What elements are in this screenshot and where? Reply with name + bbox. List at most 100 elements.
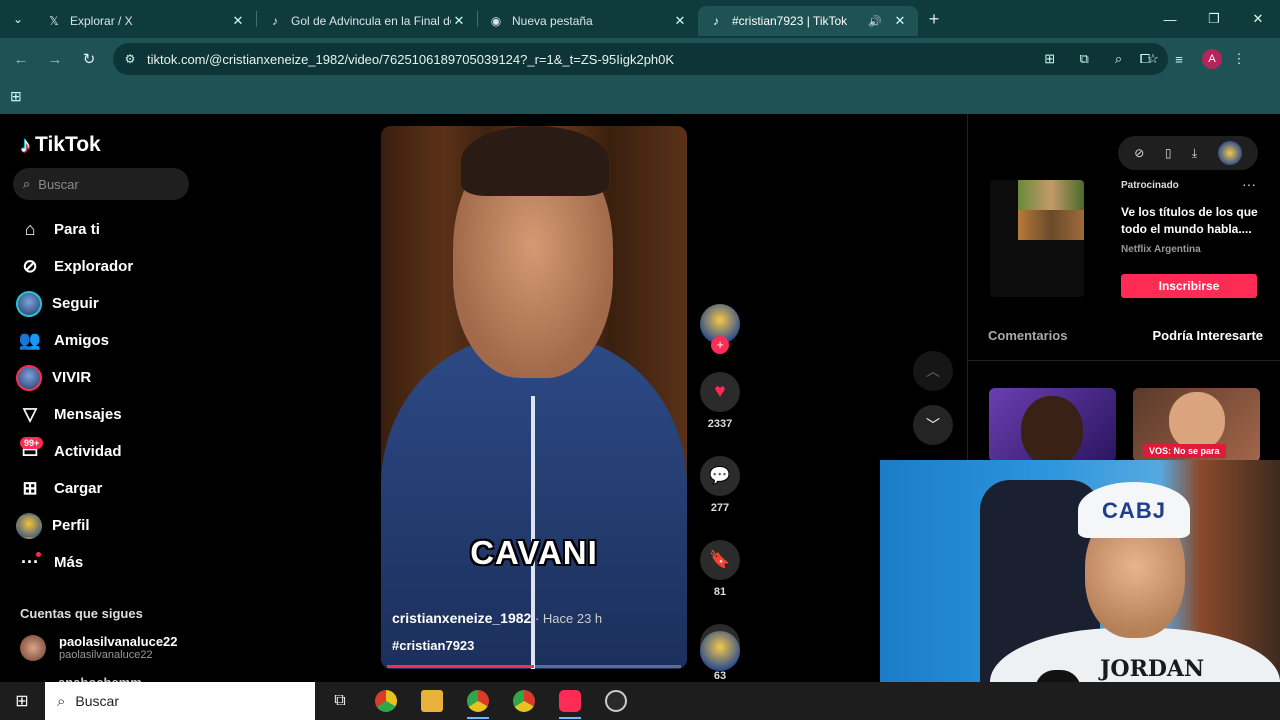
video-player[interactable]: CAVANI cristianxeneize_1982 · Hace 23 h … [381,126,687,669]
following-account-item[interactable]: paolasilvanaluce22 paolasilvanaluce22 [20,634,178,661]
following-section-title: Cuentas que sigues [20,606,143,621]
apps-grid-icon[interactable]: ⊞ [10,88,22,105]
comment-icon[interactable]: 💬 [700,456,740,496]
close-icon[interactable]: ✕ [451,13,467,29]
file-explorer-icon[interactable] [409,682,455,720]
video-author[interactable]: cristianxeneize_1982 · Hace 23 h [392,610,602,626]
creator-avatar[interactable]: + [700,304,740,354]
site-info-icon[interactable]: ⚙ [113,52,147,66]
taskbar-apps: ⧉ [317,682,639,720]
tab-podria-interesarte[interactable]: Podría Interesarte [1152,328,1263,343]
close-icon[interactable]: ✕ [230,13,246,29]
url-text[interactable]: tiktok.com/@cristianxeneize_1982/video/7… [147,52,1035,67]
right-panel-tabs: Comentarios Podría Interesarte [988,328,1263,343]
address-bar[interactable]: ⚙ tiktok.com/@cristianxeneize_1982/video… [113,43,1168,75]
bookmark-icon[interactable]: 🔖 [700,540,740,580]
sidebar-item-perfil[interactable]: Perfil [16,507,133,544]
mobile-icon[interactable]: ▯ [1165,146,1172,160]
back-arrow-icon[interactable]: ← [4,51,38,68]
tab-search-chevron-icon[interactable]: ⌄ [0,0,36,38]
search-icon: ⌕ [57,692,66,710]
save-action: 🔖 81 [700,540,740,598]
search-box[interactable]: ⌕ [13,168,189,200]
install-app-icon[interactable]: ⧉ [1069,51,1099,67]
next-video-chevron-down-icon[interactable]: ﹀ [913,405,953,445]
account-name: paolasilvanaluce22 [59,634,178,649]
previous-video-chevron-up-icon[interactable]: ︿ [913,351,953,391]
sidebar-item-label: Amigos [54,332,110,349]
search-icon: ⌕ [23,176,31,191]
subscribe-button[interactable]: Inscribirse [1121,274,1257,298]
recommended-video-card[interactable]: VOS: No se para [1133,388,1260,462]
close-icon[interactable]: ✕ [892,13,908,29]
tiktok-logo[interactable]: ♪ TikTok [20,132,101,158]
kebab-menu-icon[interactable]: ⋮ [1222,51,1256,67]
tab-explorar-x[interactable]: 𝕏 Explorar / X ✕ [36,6,256,36]
chrome-yellow-icon[interactable] [363,682,409,720]
close-icon[interactable]: ✕ [672,13,688,29]
recommended-thumb-face [1021,396,1083,462]
sidebar-item-label: Más [54,554,84,571]
recommended-video-card[interactable] [989,388,1116,462]
live-avatar-icon [16,364,42,391]
minimize-icon[interactable]: — [1148,0,1192,38]
tab-comentarios[interactable]: Comentarios [988,328,1067,343]
unread-dot [36,552,41,557]
tab-tiktok-active[interactable]: ♪ #cristian7923 | TikTok 🔊 ✕ [698,6,918,36]
restore-icon[interactable]: ❐ [1192,0,1236,38]
download-icon[interactable]: ⤓ [1192,146,1197,161]
chrome-icon[interactable] [501,682,547,720]
sidebar-item-amigos[interactable]: 👥 Amigos [16,322,133,359]
sidebar-nav: ⌂ Para ti ⊘ Explorador Seguir 👥 Amigos V… [16,211,133,581]
toolbar-right: ⧠ ≡ A ⋮ [1128,38,1256,80]
sidebar-item-mensajes[interactable]: ▽ Mensajes [16,396,133,433]
ad-title[interactable]: Ve los títulos de los que todo el mundo … [1121,204,1263,238]
forward-arrow-icon[interactable]: → [38,51,72,68]
windows-start-icon[interactable]: ⊞ [0,682,44,720]
media-controls-icon[interactable]: ≡ [1162,52,1196,67]
translate-icon[interactable]: ⊞ [1035,51,1065,67]
reload-icon[interactable]: ↻ [72,50,106,68]
video-caption-overlay: CAVANI [470,534,598,571]
sidebar-item-explorador[interactable]: ⊘ Explorador [16,248,133,285]
tabs-divider [968,360,1280,361]
obs-record-icon[interactable] [593,682,639,720]
heart-icon[interactable]: ♥ [700,372,740,412]
compass-icon[interactable]: ⊘ [1134,146,1144,160]
webcam-overlay: JORDAN CABJ [880,460,1280,720]
tiktok-app-icon[interactable] [547,682,593,720]
new-tab-plus-icon[interactable]: + [918,9,950,30]
recommended-thumb-face [1169,392,1225,450]
sidebar-item-vivir[interactable]: VIVIR [16,359,133,396]
close-window-icon[interactable]: ✕ [1236,0,1280,38]
sidebar-item-seguir[interactable]: Seguir [16,285,133,322]
tab-title: Nueva pestaña [512,14,593,28]
user-avatar[interactable] [1217,141,1242,165]
ad-brand: Netflix Argentina [1121,244,1201,255]
follow-plus-icon[interactable]: + [711,336,729,354]
chrome-profile-icon[interactable] [455,682,501,720]
sidebar-item-cargar[interactable]: ⊞ Cargar [16,470,133,507]
sidebar-item-para-ti[interactable]: ⌂ Para ti [16,211,133,248]
profile-avatar[interactable]: A [1202,49,1222,69]
sidebar-item-mas[interactable]: ··· Más [16,544,133,581]
video-progress-bar[interactable] [387,665,681,668]
task-view-icon[interactable]: ⧉ [317,682,363,720]
tab-gol-advincula[interactable]: ♪ Gol de Advincula en la Final de ✕ [257,6,477,36]
video-actions: + ♥ 2337 💬 277 🔖 81 ➦ 63 [700,304,740,682]
video-hashtag[interactable]: #cristian7923 [392,638,474,653]
sidebar-item-label: Cargar [54,480,103,497]
sidebar-item-label: Actividad [54,443,122,460]
search-input[interactable] [38,176,169,192]
ad-thumbnail[interactable] [990,180,1084,297]
sidebar-item-actividad[interactable]: ▭ 99+ Actividad [16,433,133,470]
ad-more-icon[interactable]: ··· [1242,176,1256,192]
speaker-icon[interactable]: 🔊 [868,15,882,28]
extensions-icon[interactable]: ⧠ [1128,51,1162,67]
tab-nueva-pestana[interactable]: ◉ Nueva pestaña ✕ [478,6,698,36]
music-disc-avatar[interactable] [700,631,740,671]
chrome-icon: ◉ [490,14,502,28]
taskbar-search[interactable]: ⌕ Buscar [45,682,315,720]
author-name[interactable]: cristianxeneize_1982 [392,610,531,626]
account-avatar [20,634,46,661]
